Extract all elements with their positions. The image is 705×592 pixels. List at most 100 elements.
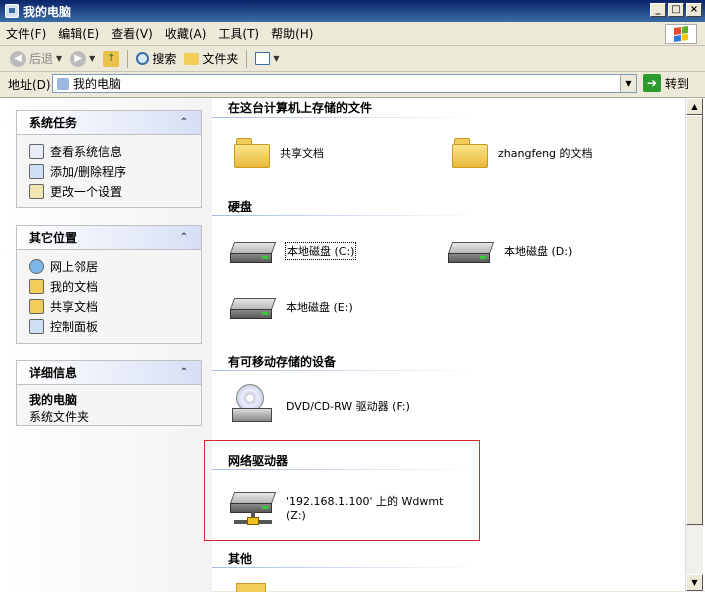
search-button[interactable]: 搜索 xyxy=(132,50,180,67)
system-tasks-header[interactable]: 系统任务 ⌃ xyxy=(17,111,201,135)
vertical-scrollbar[interactable]: ▲ ▼ xyxy=(685,98,703,592)
group-title-other: 其他 xyxy=(228,552,253,566)
place-label: 网上邻居 xyxy=(50,259,99,274)
place-label: 我的文档 xyxy=(50,279,99,294)
item-user-documents[interactable]: zhangfeng 的文档 xyxy=(452,138,593,168)
other-places-header[interactable]: 其它位置 ⌃ xyxy=(17,226,201,250)
task-change-setting[interactable]: 更改一个设置 xyxy=(29,181,191,201)
add-remove-programs-icon xyxy=(29,163,44,179)
toolbar: ◀ 后退 ▼ ▶ ▼ ↑ 搜索 文件夹 ▼ xyxy=(0,46,705,72)
window-controls: _ □ × xyxy=(650,3,702,17)
folders-button[interactable]: 文件夹 xyxy=(180,50,242,67)
menu-edit[interactable]: 编辑(E) xyxy=(52,25,105,42)
menu-bar: 文件(F) 编辑(E) 查看(V) 收藏(A) 工具(T) 帮助(H) xyxy=(0,22,705,46)
group-divider xyxy=(212,370,482,371)
address-dropdown-button[interactable]: ▼ xyxy=(620,75,636,92)
close-button[interactable]: × xyxy=(686,3,702,17)
forward-arrow-icon: ▶ xyxy=(70,50,87,67)
forward-button[interactable]: ▶ ▼ xyxy=(66,50,99,67)
scroll-up-button[interactable]: ▲ xyxy=(686,98,703,115)
menu-favorites[interactable]: 收藏(A) xyxy=(159,25,213,42)
item-label: 本地磁盘 (D:) xyxy=(504,245,573,258)
task-label: 查看系统信息 xyxy=(50,144,123,159)
folder-icon xyxy=(29,298,44,314)
system-info-icon xyxy=(29,143,44,159)
place-label: 控制面板 xyxy=(50,319,99,334)
toolbar-separator xyxy=(127,49,129,68)
chevron-down-icon: ▼ xyxy=(89,54,96,63)
menu-help[interactable]: 帮助(H) xyxy=(265,25,319,42)
item-dvd-drive[interactable]: DVD/CD-RW 驱动器 (F:) xyxy=(230,384,410,428)
back-arrow-icon: ◀ xyxy=(10,50,26,67)
cd-drive-icon xyxy=(230,384,276,428)
windows-logo xyxy=(665,24,697,44)
task-add-remove-programs[interactable]: 添加/删除程序 xyxy=(29,161,191,181)
chevron-up-icon[interactable]: ⌃ xyxy=(177,366,191,380)
group-divider xyxy=(212,215,482,216)
place-network[interactable]: 网上邻居 xyxy=(29,256,191,276)
window-title: 我的电脑 xyxy=(23,4,72,19)
task-label: 添加/删除程序 xyxy=(50,164,127,179)
address-bar: 地址(D) 我的电脑 ▼ ➔ 转到 xyxy=(0,72,705,96)
place-label: 共享文档 xyxy=(50,299,99,314)
minimize-button[interactable]: _ xyxy=(650,3,666,17)
my-computer-icon xyxy=(57,77,69,90)
group-title-stored: 在这台计算机上存储的文件 xyxy=(228,101,373,115)
details-title: 详细信息 xyxy=(29,366,78,380)
scroll-down-button[interactable]: ▼ xyxy=(686,574,703,591)
group-divider xyxy=(212,567,482,568)
item-label: 本地磁盘 (C:) xyxy=(284,242,357,260)
place-my-documents[interactable]: 我的文档 xyxy=(29,276,191,296)
my-computer-icon xyxy=(5,4,19,18)
scroll-thumb[interactable] xyxy=(686,115,703,525)
chevron-up-icon[interactable]: ⌃ xyxy=(177,231,191,245)
hard-disk-icon xyxy=(229,292,277,322)
search-icon xyxy=(136,52,150,65)
title-bar: 我的电脑 _ □ × xyxy=(0,0,705,22)
address-input[interactable]: 我的电脑 ▼ xyxy=(52,74,637,93)
views-button[interactable]: ▼ xyxy=(251,52,283,65)
folder-icon xyxy=(184,52,200,65)
other-places-title: 其它位置 xyxy=(29,231,78,245)
maximize-button[interactable]: □ xyxy=(668,3,684,17)
task-label: 更改一个设置 xyxy=(50,184,123,199)
item-disk-c[interactable]: 本地磁盘 (C:) xyxy=(229,236,357,266)
up-folder-button[interactable]: ↑ xyxy=(99,50,123,67)
my-documents-icon xyxy=(29,278,44,294)
views-grid-icon xyxy=(255,52,271,65)
system-tasks-panel: 系统任务 ⌃ 查看系统信息 添加/删除程序 更改一个设置 xyxy=(16,110,202,208)
control-panel-icon xyxy=(29,183,44,199)
go-button[interactable]: ➔ 转到 xyxy=(643,74,689,92)
windows-flag-icon xyxy=(674,26,688,42)
hard-disk-icon xyxy=(447,236,495,266)
details-description: 系统文件夹 xyxy=(29,410,90,424)
search-label: 搜索 xyxy=(152,52,177,66)
place-shared-documents[interactable]: 共享文档 xyxy=(29,296,191,316)
task-view-system-info[interactable]: 查看系统信息 xyxy=(29,141,191,161)
explorer-content: 系统任务 ⌃ 查看系统信息 添加/删除程序 更改一个设置 其它位置 ⌃ 网上邻居… xyxy=(0,97,705,592)
menu-view[interactable]: 查看(V) xyxy=(105,25,159,42)
system-tasks-title: 系统任务 xyxy=(29,116,78,130)
details-header[interactable]: 详细信息 ⌃ xyxy=(17,361,201,385)
item-shared-documents[interactable]: 共享文档 xyxy=(234,138,324,168)
place-control-panel[interactable]: 控制面板 xyxy=(29,316,191,336)
go-label: 转到 xyxy=(665,76,690,91)
group-title-hdd: 硬盘 xyxy=(228,200,253,214)
chevron-up-icon[interactable]: ⌃ xyxy=(177,116,191,130)
item-disk-d[interactable]: 本地磁盘 (D:) xyxy=(447,236,573,266)
item-disk-e[interactable]: 本地磁盘 (E:) xyxy=(229,292,353,322)
task-pane: 系统任务 ⌃ 查看系统信息 添加/删除程序 更改一个设置 其它位置 ⌃ 网上邻居… xyxy=(0,98,212,592)
back-button[interactable]: ◀ 后退 ▼ xyxy=(6,50,66,67)
up-folder-icon: ↑ xyxy=(103,50,120,67)
address-label: 地址(D) xyxy=(8,77,51,92)
chevron-down-icon: ▼ xyxy=(56,54,63,63)
item-label: zhangfeng 的文档 xyxy=(498,147,593,160)
details-panel: 详细信息 ⌃ 我的电脑 系统文件夹 xyxy=(16,360,202,426)
item-label: DVD/CD-RW 驱动器 (F:) xyxy=(286,400,410,413)
address-value: 我的电脑 xyxy=(73,77,122,91)
toolbar-separator xyxy=(246,49,248,68)
chevron-down-icon: ▼ xyxy=(273,54,280,63)
menu-file[interactable]: 文件(F) xyxy=(0,25,52,42)
menu-tools[interactable]: 工具(T) xyxy=(212,25,265,42)
folder-icon xyxy=(452,138,488,168)
